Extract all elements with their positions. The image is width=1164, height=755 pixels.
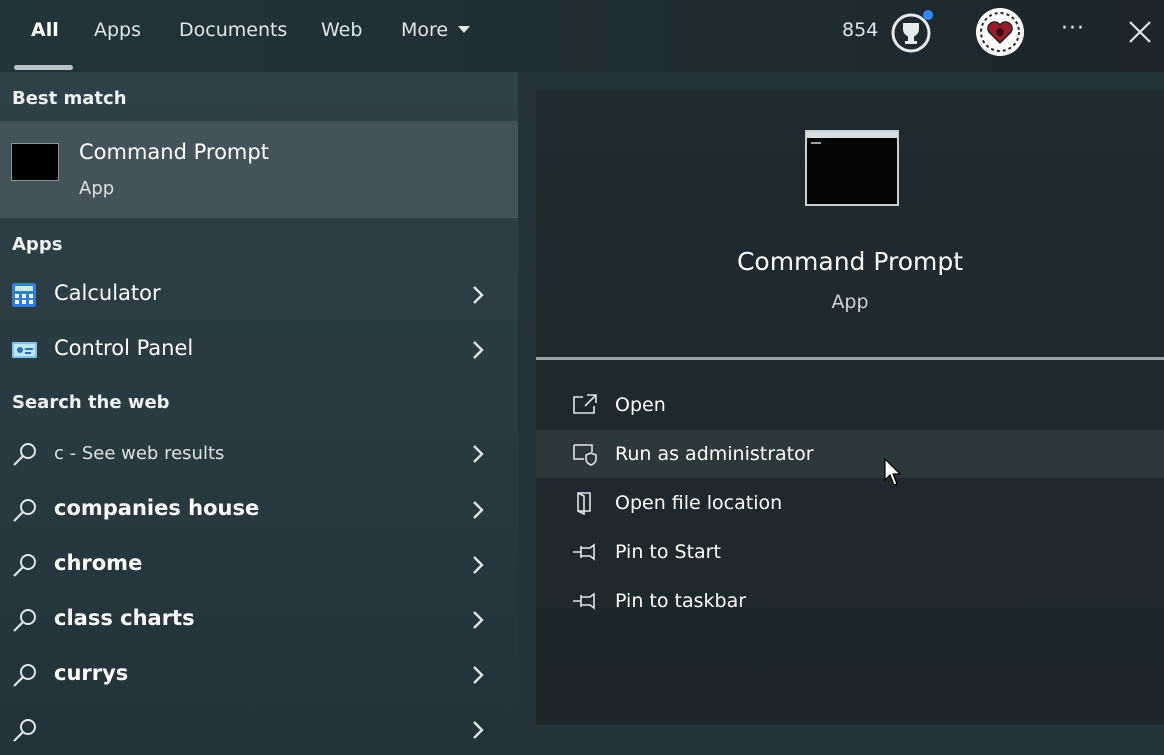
web-result-row[interactable]: chrome [0, 540, 518, 590]
active-tab-indicator [14, 65, 73, 70]
chevron-right-icon[interactable] [470, 555, 486, 575]
caret-down-icon [458, 26, 471, 33]
action-open-file-location[interactable]: Open file location [536, 479, 1164, 527]
pin-icon [573, 543, 595, 561]
web-result-text: currys [54, 661, 128, 685]
action-pin-to-taskbar[interactable]: Pin to taskbar [536, 577, 1164, 625]
web-result-text: chrome [54, 551, 142, 575]
best-match-item[interactable]: Command Prompt App [0, 121, 518, 218]
chevron-right-icon[interactable] [470, 444, 486, 464]
app-name: Control Panel [54, 336, 194, 360]
search-icon [13, 499, 36, 522]
avatar-heart-icon [980, 12, 1020, 52]
search-top-bar: All Apps Documents Web More 854 ··· [0, 0, 1164, 72]
action-run-as-administrator[interactable]: Run as administrator [536, 430, 1164, 478]
chevron-right-icon[interactable] [470, 665, 486, 685]
tab-documents[interactable]: Documents [179, 19, 287, 41]
apps-heading: Apps [12, 234, 63, 255]
search-icon [13, 554, 36, 577]
chevron-right-icon[interactable] [470, 285, 486, 305]
app-row-control-panel[interactable]: Control Panel [0, 325, 518, 375]
chevron-right-icon[interactable] [470, 340, 486, 360]
web-result-row[interactable]: c - See web results [0, 429, 518, 479]
pin-icon [573, 592, 595, 610]
action-label: Pin to taskbar [615, 590, 747, 612]
tab-more-label: More [401, 19, 449, 41]
action-label: Open [615, 394, 666, 416]
web-result-row[interactable]: currys [0, 650, 518, 700]
avatar[interactable] [976, 8, 1024, 56]
action-open[interactable]: Open [536, 381, 1164, 429]
control-panel-icon [12, 342, 37, 358]
command-prompt-icon [805, 130, 899, 206]
search-icon [13, 443, 36, 466]
action-label: Open file location [615, 492, 783, 514]
ellipsis-icon[interactable]: ··· [1061, 16, 1085, 41]
mouse-cursor-icon [884, 458, 902, 486]
search-icon [13, 609, 36, 632]
action-label: Pin to Start [615, 541, 721, 563]
calculator-icon [12, 283, 36, 307]
tab-all[interactable]: All [31, 19, 59, 41]
trophy-icon[interactable] [889, 10, 933, 54]
command-prompt-window-icon [807, 132, 897, 144]
command-prompt-icon [11, 143, 59, 181]
web-query: currys [54, 661, 129, 685]
best-match-title: Command Prompt [79, 140, 269, 164]
action-label: Run as administrator [615, 443, 814, 465]
shield-icon [573, 444, 597, 466]
search-icon [13, 719, 36, 742]
open-icon [573, 394, 597, 414]
close-icon[interactable] [1128, 20, 1152, 44]
app-row-calculator[interactable]: Calculator [0, 270, 518, 320]
tab-more[interactable]: More [401, 19, 471, 41]
rewards-points[interactable]: 854 [842, 19, 878, 41]
web-query: chrome [54, 551, 143, 575]
best-match-heading: Best match [12, 88, 127, 109]
results-pane: Best match Command Prompt App Apps Calcu… [0, 72, 518, 742]
web-result-row[interactable]: class charts [0, 595, 518, 645]
chevron-right-icon[interactable] [470, 720, 486, 740]
web-result-suffix: - See web results [63, 443, 225, 464]
folder-icon [577, 492, 591, 515]
preview-app-name: Command Prompt [736, 247, 964, 276]
preview-app-type: App [831, 291, 869, 313]
web-result-row[interactable]: companies house [0, 485, 518, 535]
search-icon [13, 664, 36, 687]
chevron-right-icon[interactable] [470, 610, 486, 630]
action-pin-to-start[interactable]: Pin to Start [536, 528, 1164, 576]
divider [536, 357, 1164, 360]
preview-pane: Command Prompt App Open Run as administr… [536, 90, 1164, 725]
tab-web[interactable]: Web [321, 19, 362, 41]
search-web-heading: Search the web [12, 392, 170, 413]
chevron-right-icon[interactable] [470, 500, 486, 520]
web-query: class charts [54, 606, 195, 630]
web-result-text: c - See web results [54, 443, 224, 464]
best-match-type: App [79, 178, 115, 199]
web-result-row[interactable] [0, 705, 518, 755]
web-result-text: class charts [54, 606, 195, 630]
web-query: c [54, 443, 64, 464]
app-name: Calculator [54, 281, 161, 305]
tab-apps[interactable]: Apps [94, 19, 141, 41]
web-query: companies house [54, 496, 260, 520]
web-result-text: companies house [54, 496, 259, 520]
